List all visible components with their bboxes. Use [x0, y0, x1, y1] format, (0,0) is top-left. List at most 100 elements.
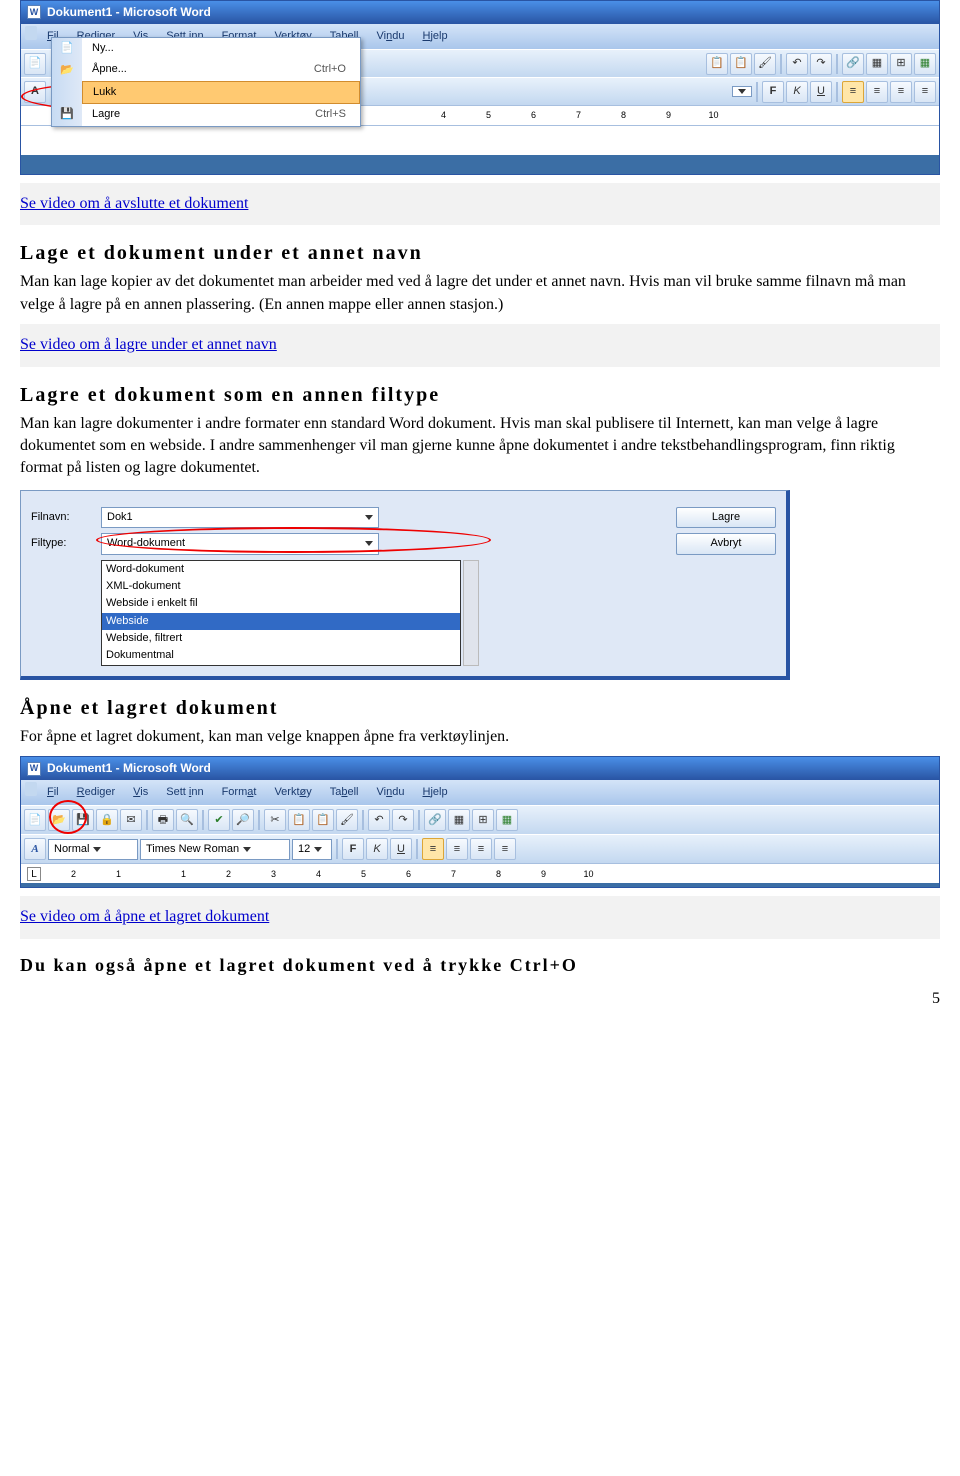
align-right-icon[interactable]: ≡: [890, 81, 912, 103]
file-dropdown-menu: 📄 📂 💾 Ny... Åpne... Ctrl+O Lukk: [51, 37, 361, 127]
word-open-button-screenshot: W Dokument1 - Microsoft Word Fil Rediger…: [20, 756, 940, 888]
undo-icon[interactable]: ↶: [786, 53, 808, 75]
window-title: Dokument1 - Microsoft Word: [47, 4, 211, 21]
menu-rediger[interactable]: Rediger: [69, 782, 124, 803]
menu-tabell[interactable]: Tabell: [322, 782, 367, 803]
menu-vis[interactable]: Vis: [125, 782, 156, 803]
list-item[interactable]: Webside i enkelt fil: [102, 595, 460, 612]
word-doc-icon: W: [27, 5, 41, 19]
menu-hjelp[interactable]: Hjelp: [414, 26, 455, 47]
mail-icon[interactable]: ✉: [120, 809, 142, 831]
tab-selector-icon[interactable]: L: [27, 867, 41, 881]
align-center-icon[interactable]: ≡: [446, 838, 468, 860]
list-item-selected[interactable]: Webside: [102, 613, 460, 630]
insert-table-icon[interactable]: ⊞: [472, 809, 494, 831]
avbryt-button[interactable]: Avbryt: [676, 533, 776, 554]
menubar-grip: [25, 782, 37, 796]
link-apne-video[interactable]: Se video om å åpne et lagret dokument: [20, 906, 269, 928]
file-menu-lagre[interactable]: Lagre Ctrl+S: [82, 104, 360, 125]
body-annen-filtype: Man kan lagre dokumenter i andre formate…: [20, 413, 940, 480]
file-menu-ny[interactable]: Ny...: [82, 38, 360, 59]
underline-button[interactable]: U: [810, 81, 832, 103]
file-menu-lukk[interactable]: Lukk: [82, 81, 360, 104]
permission-icon[interactable]: 🔒: [96, 809, 118, 831]
undo-icon[interactable]: ↶: [368, 809, 390, 831]
copy-icon[interactable]: 📋: [288, 809, 310, 831]
excel-icon[interactable]: ▦: [914, 53, 936, 75]
listbox-scrollbar[interactable]: [463, 560, 479, 666]
hyperlink-icon[interactable]: 🔗: [424, 809, 446, 831]
menu-verktoy[interactable]: Verktøy: [266, 782, 319, 803]
save-icon[interactable]: 💾: [72, 809, 94, 831]
menu-vindu[interactable]: Vindu: [369, 782, 413, 803]
align-center-icon[interactable]: ≡: [866, 81, 888, 103]
italic-button[interactable]: K: [786, 81, 808, 103]
menubar: Fil Rediger Vis Sett inn Format Verktøy …: [21, 780, 939, 805]
align-justify-icon[interactable]: ≡: [494, 838, 516, 860]
toolbar-standard: 📄 📂 💾 🔒 ✉ 🖶 🔍 ✔ 🔎 ✂ 📋 📋 🖌 ↶ ↷ 🔗 ▦ ⊞ ▦: [21, 805, 939, 834]
format-painter-icon[interactable]: 🖌: [754, 53, 776, 75]
style-combo[interactable]: Normal: [48, 839, 138, 860]
list-item[interactable]: Webside, filtrert: [102, 630, 460, 647]
file-menu-apne[interactable]: Åpne... Ctrl+O: [82, 59, 360, 80]
paste-icon[interactable]: 📋: [312, 809, 334, 831]
copy-icon[interactable]: 📋: [706, 53, 728, 75]
doc-area: [21, 125, 939, 155]
link-lagre-annet-navn-video[interactable]: Se video om å lagre under et annet navn: [20, 334, 277, 356]
tables-borders-icon[interactable]: ▦: [866, 53, 888, 75]
menu-settinn[interactable]: Sett inn: [158, 782, 211, 803]
style-aa-icon[interactable]: A: [24, 81, 46, 103]
new-icon[interactable]: 📄: [24, 809, 46, 831]
hyperlink-icon[interactable]: 🔗: [842, 53, 864, 75]
list-item[interactable]: Dokumentmal: [102, 647, 460, 664]
word-doc-icon: W: [27, 762, 41, 776]
heading-ctrl-o: Du kan også åpne et lagret dokument ved …: [20, 953, 940, 978]
lagre-button[interactable]: Lagre: [676, 507, 776, 528]
print-preview-icon[interactable]: 🔍: [176, 809, 198, 831]
list-item[interactable]: XML-dokument: [102, 578, 460, 595]
excel-icon[interactable]: ▦: [496, 809, 518, 831]
align-left-icon[interactable]: ≡: [422, 838, 444, 860]
font-size-combo[interactable]: [732, 86, 752, 97]
body-lage-annet-navn: Man kan lage kopier av det dokumentet ma…: [20, 271, 940, 316]
ruler: L 2 1 1 2 3 4 5 6 7 8 9 10: [21, 863, 939, 883]
paste-icon[interactable]: 📋: [730, 53, 752, 75]
style-aa-icon[interactable]: A: [24, 838, 46, 860]
cut-icon[interactable]: ✂: [264, 809, 286, 831]
toolbar-formatting: A Normal Times New Roman 12 F K U ≡ ≡ ≡ …: [21, 834, 939, 863]
insert-table-icon[interactable]: ⊞: [890, 53, 912, 75]
menu-format[interactable]: Format: [214, 782, 265, 803]
save-dialog-screenshot: Filnavn: Dok1 Lagre Filtype: Word-dokume…: [20, 490, 790, 680]
word-file-menu-screenshot: W Dokument1 - Microsoft Word Fil Rediger…: [20, 0, 940, 175]
spelling-icon[interactable]: ✔: [208, 809, 230, 831]
font-combo[interactable]: Times New Roman: [140, 839, 290, 860]
bold-button[interactable]: F: [762, 81, 784, 103]
align-right-icon[interactable]: ≡: [470, 838, 492, 860]
link-avslutte-video[interactable]: Se video om å avslutte et dokument: [20, 193, 248, 215]
redo-icon[interactable]: ↷: [392, 809, 414, 831]
menu-hjelp[interactable]: Hjelp: [414, 782, 455, 803]
tables-borders-icon[interactable]: ▦: [448, 809, 470, 831]
redo-icon[interactable]: ↷: [810, 53, 832, 75]
titlebar: W Dokument1 - Microsoft Word: [21, 1, 939, 24]
print-icon[interactable]: 🖶: [152, 809, 174, 831]
filtype-combo[interactable]: Word-dokument: [101, 533, 379, 554]
align-justify-icon[interactable]: ≡: [914, 81, 936, 103]
research-icon[interactable]: 🔎: [232, 809, 254, 831]
size-combo[interactable]: 12: [292, 839, 332, 860]
open-icon[interactable]: 📂: [48, 809, 70, 831]
filnavn-input[interactable]: Dok1: [101, 507, 379, 528]
filtype-listbox[interactable]: Word-dokument XML-dokument Webside i enk…: [101, 560, 461, 666]
format-painter-icon[interactable]: 🖌: [336, 809, 358, 831]
align-left-icon[interactable]: ≡: [842, 81, 864, 103]
underline-button[interactable]: U: [390, 838, 412, 860]
new-icon[interactable]: 📄: [24, 53, 46, 75]
bold-button[interactable]: F: [342, 838, 364, 860]
menu-fil[interactable]: Fil: [39, 782, 67, 803]
chevron-down-icon[interactable]: [365, 515, 373, 520]
menu-vindu[interactable]: Vindu: [369, 26, 413, 47]
chevron-down-icon[interactable]: [365, 541, 373, 546]
italic-button[interactable]: K: [366, 838, 388, 860]
list-item[interactable]: Word-dokument: [102, 561, 460, 578]
body-apne-dokument: For åpne et lagret dokument, kan man vel…: [20, 726, 940, 748]
